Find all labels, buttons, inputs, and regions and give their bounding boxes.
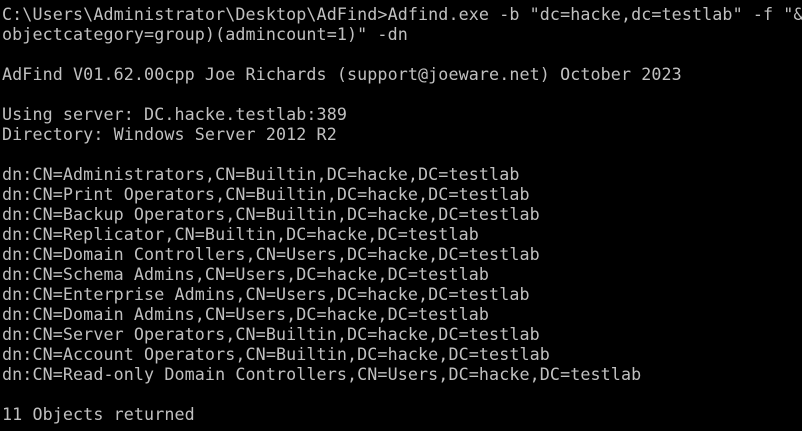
server-line: Using server: DC.hacke.testlab:389	[2, 104, 347, 124]
result-line: dn:CN=Print Operators,CN=Builtin,DC=hack…	[2, 184, 530, 204]
result-line: dn:CN=Read-only Domain Controllers,CN=Us…	[2, 364, 642, 384]
result-line: dn:CN=Domain Controllers,CN=Users,DC=hac…	[2, 244, 540, 264]
result-line: dn:CN=Backup Operators,CN=Builtin,DC=hac…	[2, 204, 540, 224]
result-line: dn:CN=Account Operators,CN=Builtin,DC=ha…	[2, 344, 550, 364]
result-line: dn:CN=Schema Admins,CN=Users,DC=hacke,DC…	[2, 264, 490, 284]
command-line: C:\Users\Administrator\Desktop\AdFind>Ad…	[2, 4, 802, 24]
result-line: dn:CN=Domain Admins,CN=Users,DC=hacke,DC…	[2, 304, 490, 324]
result-line: dn:CN=Server Operators,CN=Builtin,DC=hac…	[2, 324, 540, 344]
result-line: dn:CN=Administrators,CN=Builtin,DC=hacke…	[2, 164, 520, 184]
console-window[interactable]: C:\Users\Administrator\Desktop\AdFind>Ad…	[0, 0, 802, 431]
result-line: dn:CN=Enterprise Admins,CN=Users,DC=hack…	[2, 284, 530, 304]
banner-line: AdFind V01.62.00cpp Joe Richards (suppor…	[2, 64, 682, 84]
command-line-continuation: objectcategory=group)(admincount=1)" -dn	[2, 24, 408, 44]
directory-line: Directory: Windows Server 2012 R2	[2, 124, 337, 144]
summary-line: 11 Objects returned	[2, 404, 195, 424]
result-line: dn:CN=Replicator,CN=Builtin,DC=hacke,DC=…	[2, 224, 479, 244]
